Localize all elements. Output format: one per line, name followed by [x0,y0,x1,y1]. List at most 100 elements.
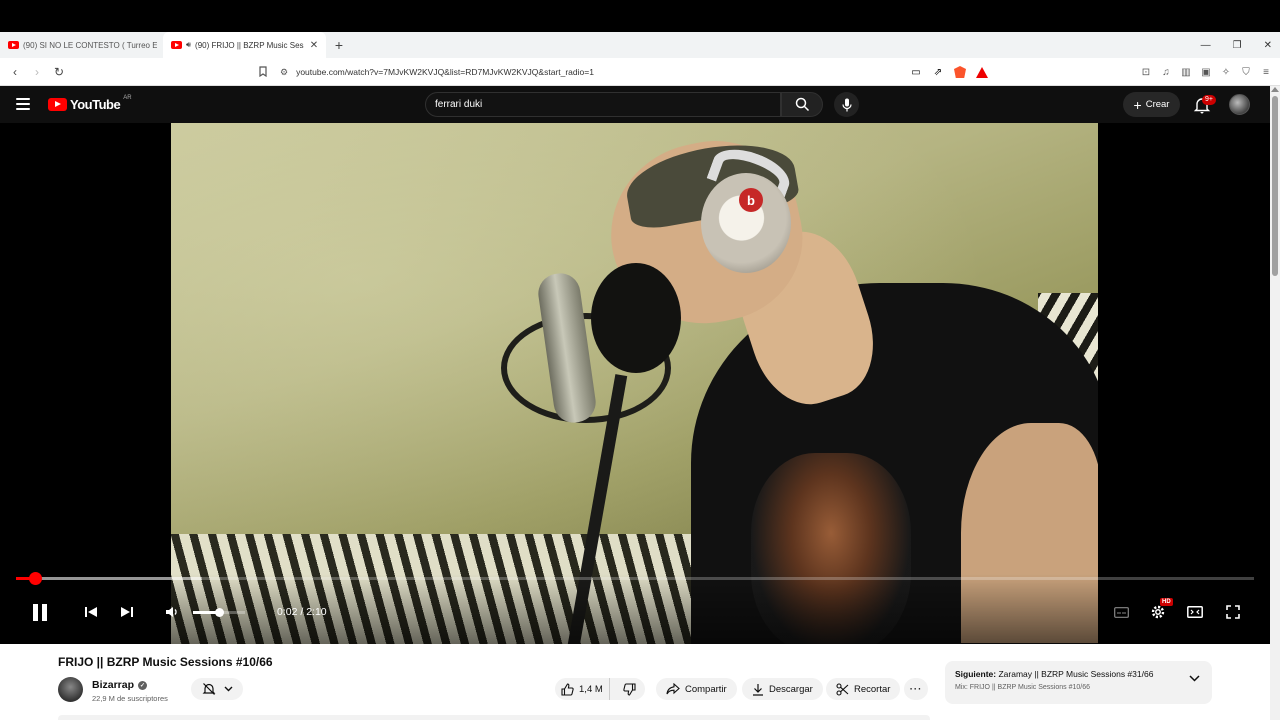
create-button[interactable]: + Crear [1123,92,1180,117]
next-icon [121,607,133,617]
channel-name: Bizarrap [92,679,135,691]
theater-mode-button[interactable] [1185,601,1205,623]
os-top-bar [0,0,1280,32]
minimize-icon[interactable]: — [1201,40,1211,51]
brave-shields-icon[interactable] [954,66,966,78]
search-button[interactable] [781,92,823,117]
fullscreen-icon [1226,605,1240,619]
subscriber-count: 22,9 M de suscriptores [92,694,168,703]
subscription-bell-button[interactable] [191,678,243,700]
tab-active[interactable]: 🔊︎ (90) FRIJO || BZRP Music Sessi ✕ [163,32,326,58]
subtitles-icon [1113,606,1129,618]
up-next-prefix: Siguiente: [955,669,997,679]
fullscreen-button[interactable] [1223,601,1243,623]
wallet-icon[interactable]: ▣ [1200,66,1212,78]
theater-mode-icon [1187,606,1203,618]
progress-buffered [16,577,202,580]
bell-off-icon [202,683,215,695]
url-field[interactable]: ⚙ youtube.com/watch?v=7MJvKW2KVJQ&list=R… [280,62,1000,82]
user-avatar[interactable] [1229,94,1250,115]
video-player[interactable]: b 0:02 / 2:10 HD [0,123,1270,644]
url-text: youtube.com/watch?v=7MJvKW2KVJQ&list=RD7… [296,67,594,77]
share-button[interactable]: Compartir [656,678,737,700]
mute-button[interactable] [163,601,181,623]
controls-gradient [0,574,1270,644]
plus-icon: + [1133,96,1142,113]
scroll-up-arrow-icon[interactable] [1271,87,1279,92]
country-code: AR [123,94,132,101]
share-label: Compartir [685,683,727,695]
cast-icon[interactable]: ▭ [910,66,922,78]
next-button[interactable] [118,601,136,623]
like-button[interactable]: 1,4 M [555,678,610,700]
sidebar-icon[interactable]: ▥ [1180,66,1192,78]
clip-button[interactable]: Recortar [826,678,901,700]
hamburger-menu-icon[interactable] [16,98,30,110]
gear-icon [1151,605,1165,619]
restore-icon[interactable]: ❐ [1233,40,1242,51]
headphone-logo: b [739,188,763,212]
reload-icon[interactable]: ↻ [49,65,69,79]
up-next-card[interactable]: Siguiente: Zaramay || BZRP Music Session… [945,661,1212,704]
up-next-title: Zaramay || BZRP Music Sessions #31/66 [998,669,1154,679]
subtitles-button[interactable] [1111,601,1131,623]
search-input[interactable]: ferrari duki [425,92,781,117]
video-pop-filter [591,263,681,373]
close-window-icon[interactable]: ✕ [1264,40,1272,51]
address-bar-row: ‹ › ↻ ⚙ youtube.com/watch?v=7MJvKW2KVJQ&… [0,58,1280,86]
more-horizontal-icon: ··· [909,683,923,695]
tab-title: (90) SI NO LE CONTESTO ( Turreo Ed [23,40,157,50]
notification-badge: 9+ [1202,95,1216,105]
window-controls: — ❐ ✕ [1201,32,1272,58]
previous-icon [85,607,97,617]
tab-close-icon[interactable]: ✕ [308,40,320,51]
hd-badge: HD [1160,598,1173,606]
leo-ai-icon[interactable]: ✧ [1220,66,1232,78]
share-arrow-icon [666,683,680,695]
progress-bar[interactable] [16,577,1254,580]
video-info-section: FRIJO || BZRP Music Sessions #10/66 Biza… [0,644,1270,720]
new-tab-button[interactable]: + [326,32,352,58]
page-scrollbar[interactable] [1270,86,1280,720]
thumbs-up-icon [561,682,574,696]
site-info-icon[interactable]: ⚙ [280,67,288,78]
scroll-thumb[interactable] [1272,96,1278,276]
youtube-favicon-icon [8,41,19,49]
more-actions-button[interactable]: ··· [904,678,928,700]
share-icon[interactable]: ⇗ [932,66,944,78]
menu-icon[interactable]: ≡ [1260,66,1272,78]
dislike-button[interactable] [615,678,645,700]
expand-chevron-icon[interactable] [1189,675,1200,682]
media-icon[interactable]: ♫ [1160,66,1172,78]
volume-icon [166,607,177,617]
channel-avatar[interactable] [58,677,83,702]
vpn-icon[interactable]: ⛉ [1240,66,1252,78]
verified-check-icon: ✓ [138,680,148,690]
time-display: 0:02 / 2:10 [277,606,327,618]
up-next-mix: Mix: FRIJO || BZRP Music Sessions #10/66 [955,684,1090,691]
translate-icon[interactable]: ⊡ [1140,66,1152,78]
thumbs-down-icon [623,682,636,696]
search-icon [795,97,809,112]
video-title: FRIJO || BZRP Music Sessions #10/66 [58,655,273,669]
download-icon [753,683,763,696]
brave-rewards-icon[interactable] [976,66,988,78]
youtube-logo[interactable]: YouTube AR [48,94,132,112]
youtube-favicon-icon [171,41,182,49]
bookmark-icon[interactable] [258,66,268,77]
channel-name-row[interactable]: Bizarrap ✓ [92,679,148,691]
voice-search-button[interactable] [834,92,859,117]
tab-title: (90) FRIJO || BZRP Music Sessi [195,40,304,50]
like-dislike-group: 1,4 M [555,678,645,700]
back-icon[interactable]: ‹ [5,65,25,79]
up-next-line: Siguiente: Zaramay || BZRP Music Session… [955,669,1202,679]
like-count: 1,4 M [579,683,603,695]
pause-button[interactable] [31,601,49,623]
previous-button[interactable] [82,601,100,623]
create-label: Crear [1145,99,1170,110]
tab-inactive[interactable]: (90) SI NO LE CONTESTO ( Turreo Ed [0,32,163,58]
forward-icon[interactable]: › [27,65,47,79]
download-label: Descargar [769,683,813,695]
download-button[interactable]: Descargar [742,678,823,700]
volume-knob[interactable] [214,608,224,617]
